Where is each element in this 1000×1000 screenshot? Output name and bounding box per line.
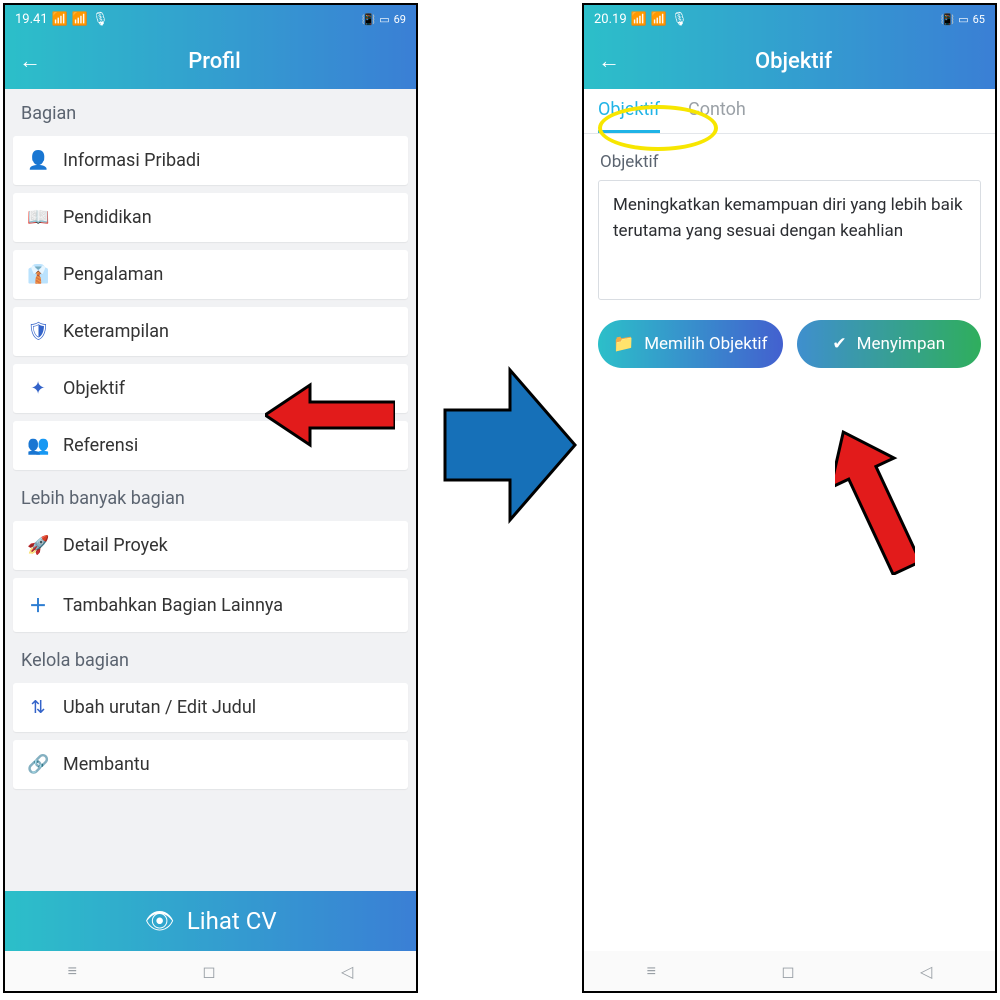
skills-icon: 🛡 <box>27 321 49 342</box>
objective-icon: ✦ <box>27 378 49 399</box>
list-item-label: Pengalaman <box>63 264 163 285</box>
cta-label: Lihat CV <box>187 907 277 935</box>
app-bar: ← Objektif <box>584 33 995 89</box>
nav-recent-icon[interactable]: ≡ <box>647 961 656 981</box>
list-item-ubah-urutan[interactable]: ⇅ Ubah urutan / Edit Judul <box>13 683 408 732</box>
transition-arrow-icon <box>440 360 580 530</box>
eye-icon: 👁 <box>144 907 174 935</box>
list-item-keterampilan[interactable]: 🛡 Keterampilan <box>13 307 408 356</box>
nav-back-icon[interactable]: ◁ <box>341 962 353 981</box>
objektif-textarea[interactable]: Meningkatkan kemampuan diri yang lebih b… <box>598 180 981 300</box>
user-icon: 👤 <box>27 150 49 171</box>
content-area: Bagian 👤 Informasi Pribadi 📖 Pendidikan … <box>5 89 416 951</box>
button-row: 📁 Memilih Objektif ✔ Menyimpan <box>584 300 995 388</box>
nav-home-icon[interactable]: ◻ <box>781 962 794 981</box>
list-item-label: Membantu <box>63 754 150 775</box>
back-icon[interactable]: ← <box>19 48 41 74</box>
content-area: Objektif Contoh Objektif Meningkatkan ke… <box>584 89 995 951</box>
button-label: Menyimpan <box>857 334 946 354</box>
list-item-label: Informasi Pribadi <box>63 150 200 171</box>
page-title: Objektif <box>636 49 951 74</box>
signal-icon: 📶 <box>631 12 647 27</box>
status-time: 19.41 <box>15 12 48 27</box>
status-bar: 20.19 📶 📶 🎙 📳 ▭ 65 <box>584 5 995 33</box>
android-nav-bar: ≡ ◻ ◁ <box>5 951 416 991</box>
vibrate-icon: 📳 <box>941 13 955 26</box>
signal-icon: 📶 <box>52 12 68 27</box>
voice-icon: 🎙 <box>92 12 109 27</box>
save-button[interactable]: ✔ Menyimpan <box>797 320 982 368</box>
experience-icon: 👔 <box>27 264 49 285</box>
reorder-icon: ⇅ <box>27 697 49 718</box>
nav-back-icon[interactable]: ◁ <box>920 962 932 981</box>
section-label-bagian: Bagian <box>5 89 416 132</box>
section-label-manage: Kelola bagian <box>5 636 416 679</box>
list-item-informasi-pribadi[interactable]: 👤 Informasi Pribadi <box>13 136 408 185</box>
signal-icon: 📶 <box>72 12 88 27</box>
folder-icon: 📁 <box>613 334 634 354</box>
android-nav-bar: ≡ ◻ ◁ <box>584 951 995 991</box>
button-label: Memilih Objektif <box>644 334 767 354</box>
page-title: Profil <box>57 49 372 74</box>
list-item-label: Objektif <box>63 378 125 399</box>
help-icon: 🔗 <box>27 754 49 775</box>
project-icon: 🚀 <box>27 535 49 556</box>
red-arrow-up-icon <box>835 425 915 575</box>
battery-icon: ▭ <box>379 13 389 26</box>
view-cv-button[interactable]: 👁 Lihat CV <box>5 891 416 951</box>
list-item-label: Pendidikan <box>63 207 152 228</box>
list-item-label: Keterampilan <box>63 321 169 342</box>
field-label-objektif: Objektif <box>584 134 995 180</box>
voice-icon: 🎙 <box>671 12 688 27</box>
check-icon: ✔ <box>832 334 846 354</box>
vibrate-icon: 📳 <box>362 13 376 26</box>
battery-level: 69 <box>394 13 406 26</box>
status-bar: 19.41 📶 📶 🎙 📳 ▭ 69 <box>5 5 416 33</box>
tab-contoh[interactable]: Contoh <box>688 99 746 133</box>
status-time: 20.19 <box>594 12 627 27</box>
list-item-label: Ubah urutan / Edit Judul <box>63 697 256 718</box>
tab-objektif[interactable]: Objektif <box>598 99 660 133</box>
list-item-pengalaman[interactable]: 👔 Pengalaman <box>13 250 408 299</box>
section-label-more: Lebih banyak bagian <box>5 474 416 517</box>
list-item-label: Referensi <box>63 435 138 456</box>
list-item-detail-proyek[interactable]: 🚀 Detail Proyek <box>13 521 408 570</box>
list-item-label: Tambahkan Bagian Lainnya <box>63 595 283 616</box>
battery-level: 65 <box>973 13 985 26</box>
list-item-membantu[interactable]: 🔗 Membantu <box>13 740 408 789</box>
list-item-label: Detail Proyek <box>63 535 168 556</box>
list-item-tambahkan-bagian[interactable]: ＋ Tambahkan Bagian Lainnya <box>13 578 408 632</box>
choose-objective-button[interactable]: 📁 Memilih Objektif <box>598 320 783 368</box>
reference-icon: 👥 <box>27 435 49 456</box>
red-arrow-left-icon <box>265 380 395 450</box>
signal-icon: 📶 <box>651 12 667 27</box>
battery-icon: ▭ <box>958 13 968 26</box>
phone-left: 19.41 📶 📶 🎙 📳 ▭ 69 ← Profil Bagian 👤 Inf… <box>3 3 418 993</box>
back-icon[interactable]: ← <box>598 48 620 74</box>
phone-right: 20.19 📶 📶 🎙 📳 ▭ 65 ← Objektif Objektif C… <box>582 3 997 993</box>
list-item-pendidikan[interactable]: 📖 Pendidikan <box>13 193 408 242</box>
nav-recent-icon[interactable]: ≡ <box>68 961 77 981</box>
tab-bar: Objektif Contoh <box>584 89 995 134</box>
education-icon: 📖 <box>27 207 49 228</box>
add-icon: ＋ <box>27 592 49 618</box>
nav-home-icon[interactable]: ◻ <box>202 962 215 981</box>
app-bar: ← Profil <box>5 33 416 89</box>
